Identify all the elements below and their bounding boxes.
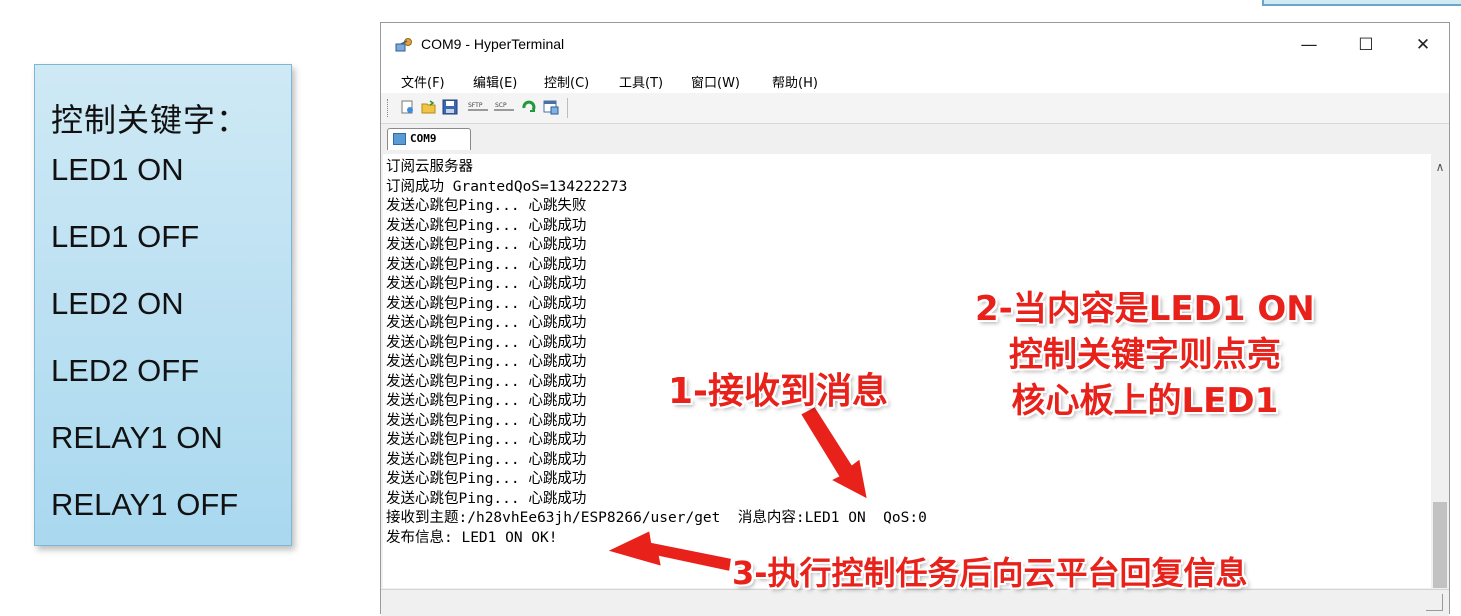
minimize-button[interactable]: — (1291, 31, 1327, 59)
annotation-reply-cloud: 3-执行控制任务后向云平台回复信息 (732, 554, 1248, 592)
session-tab-strip: COM9 (381, 124, 1449, 154)
terminal-line: 发送心跳包Ping... 心跳成功 (386, 315, 587, 331)
new-icon[interactable] (399, 99, 415, 115)
close-button[interactable]: ✕ (1405, 31, 1441, 59)
maximize-button[interactable]: ☐ (1348, 31, 1384, 59)
vertical-scrollbar[interactable]: ∧ ∨ (1431, 154, 1449, 606)
terminal-line: 发送心跳包Ping... 心跳成功 (386, 471, 587, 487)
menu-tools[interactable]: 工具(T) (619, 72, 663, 91)
toolbar: SFTP SCP (381, 93, 1449, 124)
annotation-receive-message: 1-接收到消息 (668, 371, 888, 412)
keyword-item: RELAY1 OFF (51, 487, 239, 522)
annotation-led-control: 2-当内容是LED1 ON 控制关键字则点亮 核心板上的LED1 (975, 286, 1315, 424)
terminal-line: 订阅成功 GrantedQoS=134222273 (386, 178, 628, 195)
scp-icon[interactable]: SCP (493, 99, 515, 115)
toolbar-separator (567, 98, 568, 118)
save-icon[interactable] (442, 99, 458, 115)
keyword-panel: 控制关键字： LED1 ON LED1 OFF LED2 ON LED2 OFF… (34, 64, 292, 546)
terminal-line: 发送心跳包Ping... 心跳成功 (386, 490, 587, 507)
keyword-item: LED1 OFF (51, 219, 200, 254)
toolbar-grip (387, 99, 390, 117)
keyword-item: RELAY1 ON (51, 420, 223, 455)
window-title: COM9 - HyperTerminal (421, 36, 565, 52)
serial-port-icon (393, 133, 406, 145)
keyword-panel-title: 控制关键字： (51, 101, 250, 139)
keyword-item: LED2 ON (51, 286, 184, 321)
menu-control[interactable]: 控制(C) (544, 72, 589, 91)
terminal-line: 发送心跳包Ping... 心跳失败 (386, 198, 587, 214)
properties-icon[interactable] (543, 99, 559, 115)
keyword-item: LED1 ON (51, 152, 184, 187)
menu-file[interactable]: 文件(F) (401, 72, 445, 91)
menu-bar: 文件(F) 编辑(E) 控制(C) 工具(T) 窗口(W) 帮助(H) (381, 67, 1449, 93)
terminal-line: 发送心跳包Ping... 心跳成功 (386, 237, 587, 253)
open-folder-icon[interactable] (421, 99, 437, 115)
tab-com9-label: COM9 (410, 132, 437, 145)
annotation-led-line: 2-当内容是LED1 ON (975, 289, 1315, 329)
tab-com9[interactable]: COM9 (387, 128, 471, 150)
resize-grip-icon[interactable] (1426, 594, 1443, 611)
sftp-label: SFTP (468, 102, 483, 109)
menu-edit[interactable]: 编辑(E) (473, 72, 517, 91)
menu-window[interactable]: 窗口(W) (691, 72, 740, 91)
scp-label: SCP (495, 102, 507, 109)
terminal-line: 发送心跳包Ping... 心跳成功 (386, 295, 587, 312)
keyword-item: LED2 OFF (51, 353, 200, 388)
terminal-line: 发送心跳包Ping... 心跳成功 (386, 276, 587, 292)
scrollbar-thumb[interactable] (1433, 502, 1447, 588)
terminal-line: 订阅云服务器 (386, 159, 473, 175)
menu-help[interactable]: 帮助(H) (772, 72, 818, 91)
terminal-line: 发送心跳包Ping... 心跳成功 (386, 412, 587, 429)
title-bar[interactable]: COM9 - HyperTerminal — ☐ ✕ (381, 23, 1449, 67)
terminal-line: 发送心跳包Ping... 心跳成功 (386, 217, 587, 234)
terminal-line: 接收到主题:/h28vhEe63jh/ESP8266/user/get 消息内容… (386, 510, 927, 526)
terminal-line: 发送心跳包Ping... 心跳成功 (386, 432, 587, 448)
terminal-line: 发送心跳包Ping... 心跳成功 (386, 451, 587, 468)
keyword-list: LED1 ON LED1 OFF LED2 ON LED2 OFF RELAY1… (51, 153, 238, 555)
hyperterminal-app-icon (395, 38, 412, 52)
terminal-line: 发送心跳包Ping... 心跳成功 (386, 256, 587, 273)
annotation-led-line: 控制关键字则点亮 (1008, 335, 1281, 375)
scroll-up-arrow-icon[interactable]: ∧ (1431, 158, 1449, 176)
annotation-led-line: 核心板上的LED1 (1011, 381, 1279, 421)
reconnect-icon[interactable] (521, 99, 537, 115)
sftp-icon[interactable]: SFTP (467, 99, 489, 115)
terminal-lines: 订阅云服务器订阅成功 GrantedQoS=134222273 发送心跳包Ping… (386, 158, 927, 548)
terminal-line: 发布信息: LED1 ON OK! (386, 529, 558, 546)
terminal-line: 发送心跳包Ping... 心跳成功 (386, 334, 587, 351)
background-slide-frame (1262, 0, 1461, 6)
